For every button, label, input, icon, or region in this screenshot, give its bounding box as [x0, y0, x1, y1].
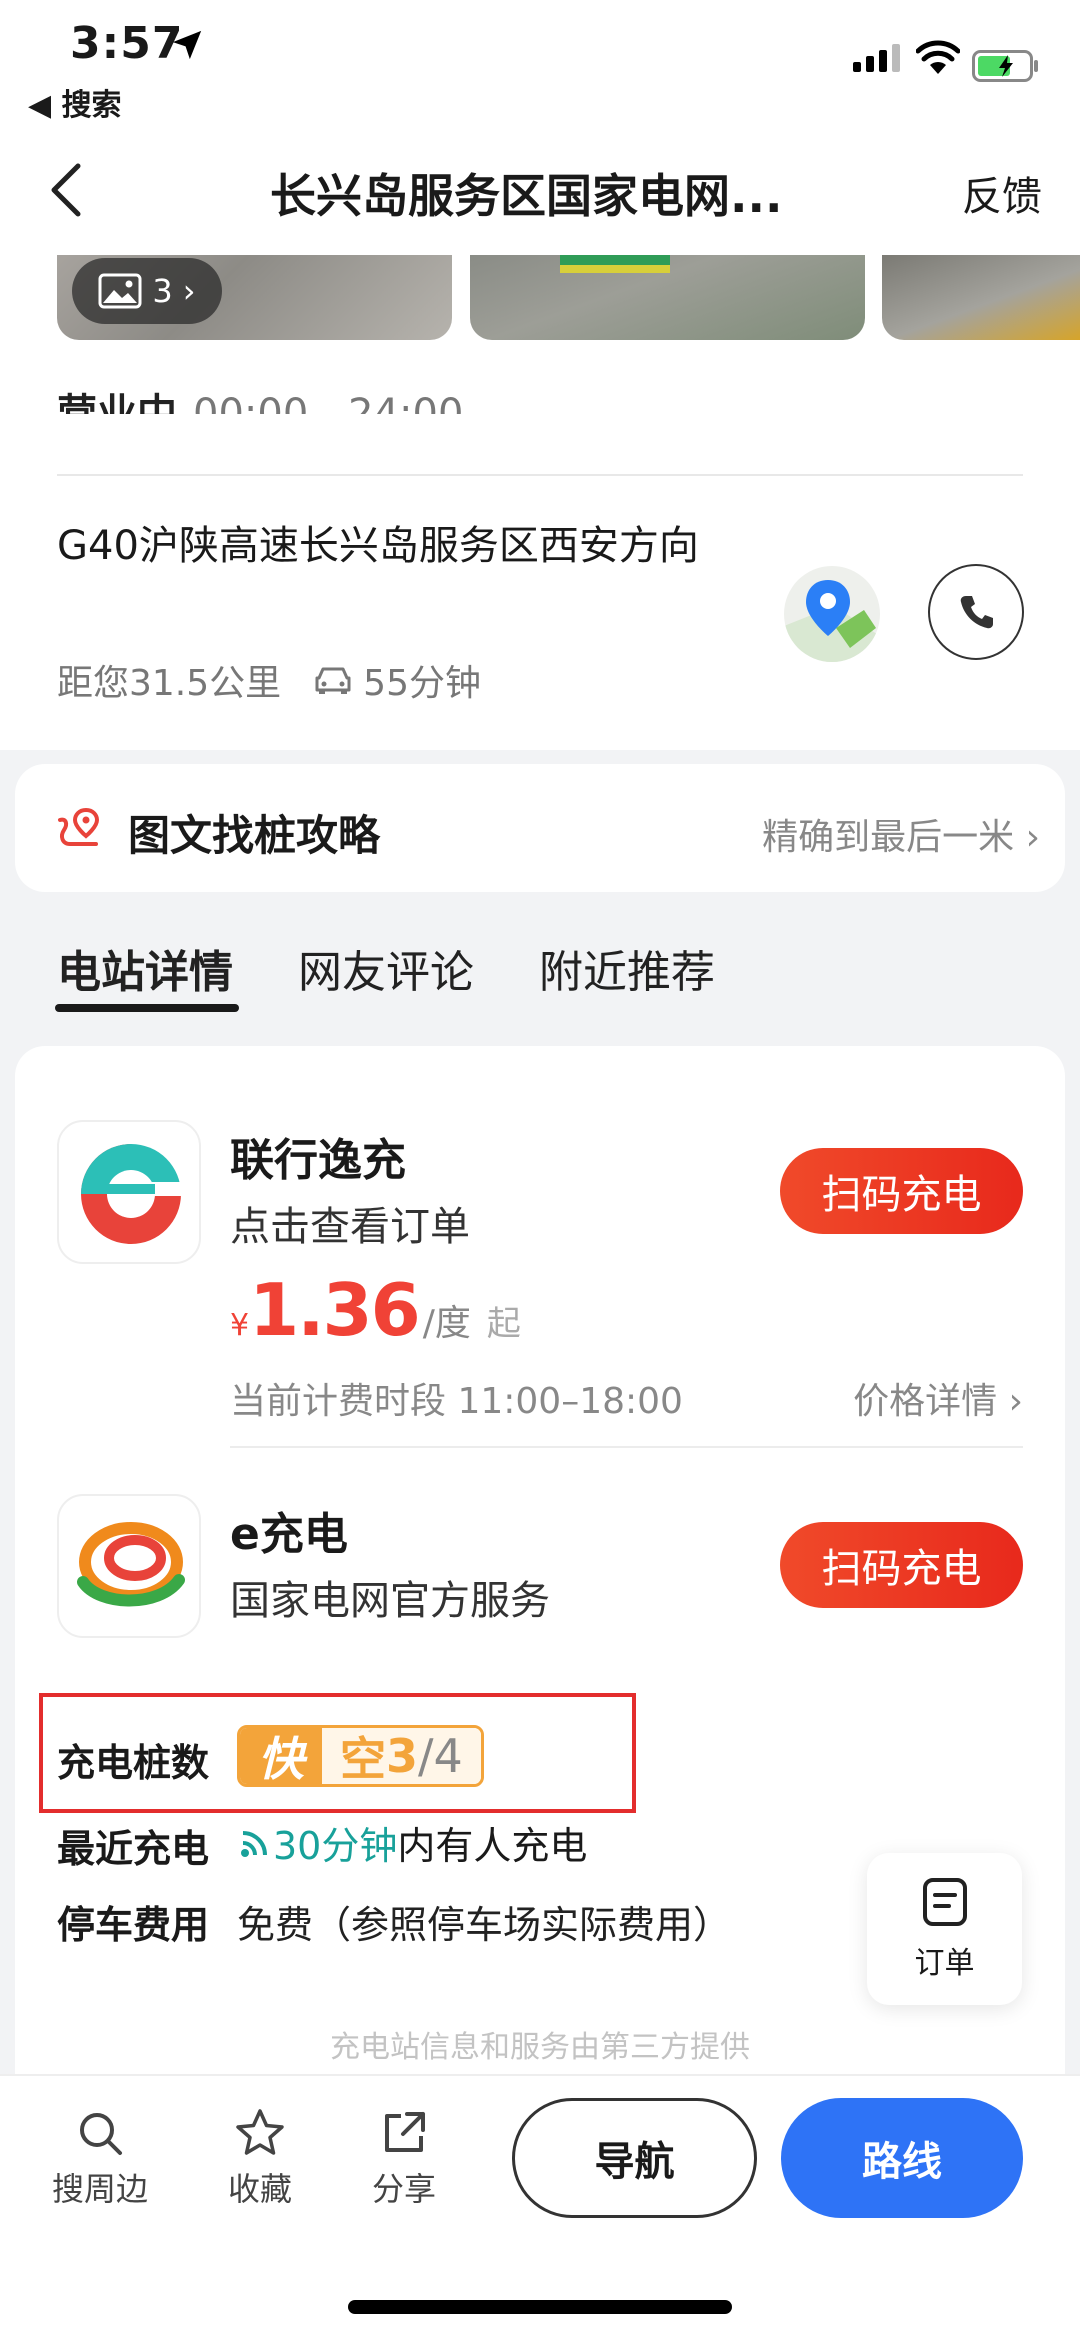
signal-wave-icon	[241, 1830, 267, 1857]
operator-name: 联行逸充	[230, 1135, 406, 1186]
scan-to-charge-button[interactable]: 扫码充电	[780, 1148, 1023, 1234]
chevron-right-icon: ›	[182, 272, 196, 310]
recent-time: 30分钟	[273, 1824, 398, 1868]
photo-count-badge[interactable]: 3 ›	[72, 258, 222, 324]
price-suffix: 起	[486, 1304, 521, 1344]
operator-name: e充电	[230, 1509, 348, 1560]
recent-text: 内有人充电	[397, 1824, 588, 1868]
guide-subtitle: 精确到最后一米 ›	[762, 808, 1040, 860]
total-count: /4	[418, 1729, 463, 1783]
share-button[interactable]: 分享	[372, 2108, 436, 2210]
cellular-signal-icon	[853, 44, 900, 72]
recent-charge-label: 最近充电	[57, 1827, 210, 1871]
back-arrow-icon[interactable]	[44, 160, 92, 220]
price-display: ¥ 1.36 /度 起	[230, 1268, 521, 1352]
back-to-app-link[interactable]: ◀ 搜索	[28, 80, 122, 124]
divider	[230, 1446, 1023, 1448]
call-button[interactable]	[928, 564, 1024, 660]
route-button[interactable]: 路线	[781, 2098, 1023, 2218]
image-icon	[98, 273, 142, 309]
price-detail-text: 价格详情	[853, 1381, 998, 1422]
price-value: 1.36	[249, 1268, 421, 1352]
billing-period: 当前计费时段 11:00–18:00	[230, 1381, 683, 1422]
guide-title: 图文找桩攻略	[128, 811, 381, 860]
drive-time: 55分钟	[363, 663, 481, 704]
price-unit: /度	[422, 1303, 471, 1344]
favorite-label: 收藏	[228, 2170, 293, 2208]
business-hours: 营业中 00:00 - 24:00	[57, 384, 557, 414]
price-detail-link[interactable]: 价格详情 ›	[853, 1372, 1023, 1424]
scan-to-charge-button[interactable]: 扫码充电	[780, 1522, 1023, 1608]
share-icon	[385, 2112, 425, 2152]
free-count: 3	[386, 1729, 419, 1783]
parking-fee-value: 免费（参照停车场实际费用）	[237, 1903, 732, 1947]
favorite-button[interactable]: 收藏	[228, 2108, 292, 2210]
search-nearby-button[interactable]: 搜周边	[52, 2108, 148, 2210]
distance-text: 距您31.5公里	[57, 663, 282, 704]
star-icon	[236, 2109, 284, 2155]
navigate-button[interactable]: 导航	[512, 2098, 757, 2218]
phone-icon	[960, 596, 993, 629]
tab-nearby-recommend[interactable]: 附近推荐	[539, 936, 715, 1000]
home-indicator	[348, 2300, 732, 2314]
photo-count: 3	[152, 272, 173, 310]
pile-count-label: 充电桩数	[57, 1741, 210, 1785]
order-label: 订单	[914, 1946, 975, 1981]
distance-row: 距您31.5公里 55分钟	[57, 654, 481, 706]
hours-label: 营业中	[57, 391, 177, 414]
hours-value: 00:00 - 24:00	[193, 391, 464, 414]
parking-fee-label: 停车费用	[57, 1903, 210, 1947]
chevron-right-icon: ›	[1008, 1381, 1023, 1422]
tab-station-details[interactable]: 电站详情	[57, 936, 233, 1000]
active-tab-indicator	[55, 1004, 239, 1012]
station-address: G40沪陕高速长兴岛服务区西安方向	[57, 523, 699, 569]
fast-charge-tag: 快	[240, 1728, 322, 1784]
echarge-logo-icon	[77, 1522, 185, 1607]
location-arrow-icon	[172, 30, 202, 60]
battery-charging-icon	[972, 50, 1038, 82]
operator-logo-lianxing	[57, 1120, 201, 1264]
pile-count-badge: 快 空 3/4	[237, 1725, 484, 1787]
route-guide-icon	[58, 807, 100, 846]
search-icon	[80, 2113, 122, 2155]
feedback-button[interactable]: 反馈	[962, 164, 1042, 222]
operator-subtitle: 国家电网官方服务	[230, 1578, 550, 1624]
order-float-button[interactable]: 订单	[867, 1853, 1022, 2005]
guide-subtitle-text: 精确到最后一米	[762, 817, 1015, 858]
map-location-button[interactable]	[784, 566, 880, 662]
share-label: 分享	[372, 2170, 437, 2208]
search-nearby-label: 搜周边	[52, 2170, 149, 2208]
page-title: 长兴岛服务区国家电网...	[270, 169, 783, 223]
map-pin-icon	[784, 580, 880, 662]
wifi-icon	[916, 40, 960, 74]
status-time: 3:57	[70, 18, 184, 69]
divider	[57, 474, 1023, 476]
provider-note: 充电站信息和服务由第三方提供	[330, 2030, 750, 2065]
car-icon	[315, 667, 351, 694]
order-list-icon	[922, 1878, 967, 1926]
tab-user-reviews[interactable]: 网友评论	[298, 936, 474, 1000]
recent-charge-value: 30分钟 内有人充电	[237, 1815, 587, 1870]
station-photo-2[interactable]	[470, 255, 865, 340]
view-orders-link[interactable]: 点击查看订单	[230, 1194, 470, 1252]
price-currency: ¥	[230, 1308, 250, 1343]
free-label: 空	[340, 1732, 386, 1786]
operator-logo-echarge	[57, 1494, 201, 1638]
station-photo-3[interactable]	[882, 255, 1080, 340]
chevron-right-icon: ›	[1025, 817, 1040, 858]
lianxing-logo-icon	[81, 1144, 183, 1244]
